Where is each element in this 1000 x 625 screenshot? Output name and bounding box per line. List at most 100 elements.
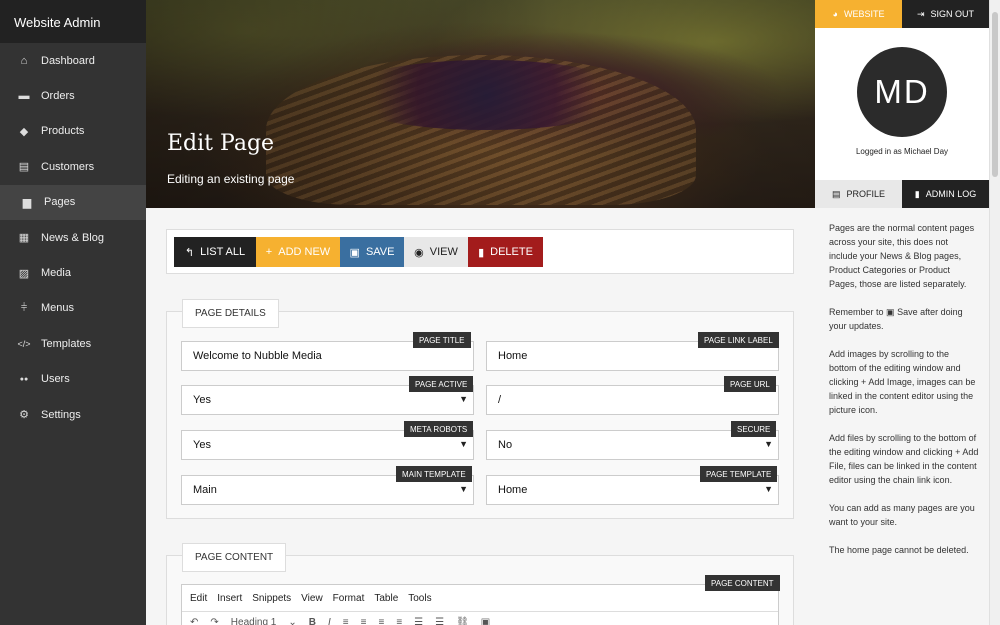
sidebar-item-dashboard[interactable]: ⌂ Dashboard bbox=[0, 43, 146, 78]
save-icon: ▣ bbox=[886, 307, 895, 317]
main-template-label: MAIN TEMPLATE bbox=[396, 466, 472, 482]
add-new-button[interactable]: + ADD NEW bbox=[256, 237, 340, 267]
sign-out-button[interactable]: ⇥ SIGN OUT bbox=[902, 0, 989, 28]
back-arrow-icon: ↰ bbox=[184, 246, 195, 259]
chevron-down-icon: ▼ bbox=[764, 439, 773, 449]
sidebar-item-label: Settings bbox=[41, 408, 81, 421]
tab-admin-log[interactable]: ▮ ADMIN LOG bbox=[902, 180, 989, 208]
sign-out-icon: ⇥ bbox=[916, 8, 925, 19]
calendar-icon: ▦ bbox=[18, 232, 30, 245]
file-icon: ▆ bbox=[22, 196, 32, 209]
sidebar-item-label: Dashboard bbox=[41, 54, 95, 67]
menu-format[interactable]: Format bbox=[333, 593, 365, 604]
sidebar-item-pages[interactable]: ▆ Pages bbox=[0, 184, 146, 220]
sidebar-item-media[interactable]: ▨ Media bbox=[0, 255, 146, 290]
align-left-icon[interactable]: ≡ bbox=[343, 617, 349, 625]
bullet-list-icon[interactable]: ☰ bbox=[414, 617, 423, 625]
hero-banner: Edit Page Editing an existing page bbox=[146, 0, 815, 208]
tag-icon: ◆ bbox=[19, 125, 29, 138]
sidebar-item-orders[interactable]: ▬ Orders bbox=[0, 78, 146, 113]
menu-edit[interactable]: Edit bbox=[190, 593, 207, 604]
menu-table[interactable]: Table bbox=[374, 593, 398, 604]
menu-snippets[interactable]: Snippets bbox=[252, 593, 291, 604]
page-title: Edit Page bbox=[167, 131, 275, 156]
redo-icon[interactable]: ↷ bbox=[210, 617, 218, 625]
sidebar-item-settings[interactable]: ⚙ Settings bbox=[0, 397, 146, 432]
help-paragraph: The home page cannot be deleted. bbox=[829, 545, 969, 555]
secure-label: SECURE bbox=[731, 421, 777, 437]
scrollbar-thumb[interactable] bbox=[992, 12, 998, 177]
menu-tools[interactable]: Tools bbox=[408, 593, 431, 604]
sidebar-item-label: Orders bbox=[41, 90, 75, 103]
help-paragraph: Remember to ▣ Save after doing your upda… bbox=[829, 305, 979, 333]
page-active-value: Yes bbox=[193, 394, 211, 406]
sign-out-label: SIGN OUT bbox=[930, 9, 975, 19]
sidebar-item-menus[interactable]: ⫩ Menus bbox=[0, 291, 146, 326]
justify-icon[interactable]: ≡ bbox=[396, 617, 402, 625]
sidebar-item-news-blog[interactable]: ▦ News & Blog bbox=[0, 220, 146, 255]
sidebar-item-label: Pages bbox=[44, 196, 76, 209]
clipboard-icon: ▮ bbox=[914, 188, 920, 199]
align-center-icon[interactable]: ≡ bbox=[361, 617, 367, 625]
meta-robots-value: Yes bbox=[193, 439, 211, 451]
bold-icon[interactable]: B bbox=[309, 617, 316, 625]
view-button[interactable]: ◉ VIEW bbox=[404, 237, 468, 267]
align-right-icon[interactable]: ≡ bbox=[378, 617, 384, 625]
delete-button[interactable]: ▮ DELETE bbox=[468, 237, 543, 267]
page-title-label: PAGE TITLE bbox=[413, 332, 471, 348]
menu-view[interactable]: View bbox=[301, 593, 323, 604]
sidebar-item-products[interactable]: ◆ Products bbox=[0, 114, 146, 149]
help-paragraph: Pages are the normal content pages acros… bbox=[829, 223, 975, 289]
plus-icon: + bbox=[265, 246, 273, 258]
admin-app: Website Admin ⌂ Dashboard ▬ Orders ◆ Produc… bbox=[0, 0, 1000, 625]
eye-icon: ◉ bbox=[414, 246, 424, 259]
sidebar-item-users[interactable]: ●● Users bbox=[0, 362, 146, 397]
save-button[interactable]: ▣ SAVE bbox=[340, 237, 404, 267]
code-icon: </> bbox=[17, 338, 31, 349]
sidebar-item-customers[interactable]: ▤ Customers bbox=[0, 149, 146, 184]
brand-title: Website Admin bbox=[0, 0, 146, 43]
add-new-label: ADD NEW bbox=[278, 246, 331, 258]
numbered-list-icon[interactable]: ☰ bbox=[435, 617, 444, 625]
sidebar-item-label: Users bbox=[41, 373, 70, 386]
chevron-down-icon: ▼ bbox=[764, 484, 773, 494]
delete-label: DELETE bbox=[490, 246, 533, 258]
website-label: WEBSITE bbox=[843, 9, 885, 19]
page-title-value: Welcome to Nubble Media bbox=[193, 350, 322, 362]
action-toolbar: ↰ LIST ALL + ADD NEW ▣ SAVE ◉ VIEW ▮ DELETE bbox=[166, 229, 794, 274]
page-content-legend: PAGE CONTENT bbox=[182, 543, 287, 572]
website-button[interactable]: ◕ WEBSITE bbox=[815, 0, 902, 28]
id-card-icon: ▤ bbox=[18, 161, 30, 174]
heading-select[interactable]: Heading 1 bbox=[231, 617, 277, 625]
list-all-button[interactable]: ↰ LIST ALL bbox=[174, 237, 256, 267]
undo-icon[interactable]: ↶ bbox=[190, 617, 198, 625]
page-link-label-label: PAGE LINK LABEL bbox=[698, 332, 779, 348]
help-paragraph: Add files by scrolling to the bottom of … bbox=[829, 431, 979, 487]
view-label: VIEW bbox=[429, 246, 458, 258]
list-all-label: LIST ALL bbox=[200, 246, 246, 258]
page-active-label: PAGE ACTIVE bbox=[409, 376, 474, 392]
page-url-value: / bbox=[498, 394, 502, 406]
tab-profile[interactable]: ▤ PROFILE bbox=[815, 180, 902, 208]
image-icon[interactable]: ▣ bbox=[481, 617, 490, 625]
content-editor[interactable]: Edit Insert Snippets View Format Table T… bbox=[181, 584, 779, 625]
page-subtitle: Editing an existing page bbox=[167, 172, 295, 186]
page-details-legend: PAGE DETAILS bbox=[182, 299, 279, 328]
italic-icon[interactable]: I bbox=[328, 617, 331, 625]
tab-profile-label: PROFILE bbox=[846, 189, 886, 199]
menu-insert[interactable]: Insert bbox=[217, 593, 242, 604]
secure-value: No bbox=[498, 439, 513, 451]
users-icon: ●● bbox=[19, 375, 29, 383]
page-link-label-value: Home bbox=[498, 350, 528, 362]
scrollbar[interactable] bbox=[989, 0, 1000, 625]
right-panel: ◕ WEBSITE ⇥ SIGN OUT MD Logged in as Micha… bbox=[815, 0, 989, 625]
globe-icon: ◕ bbox=[832, 9, 838, 19]
tab-admin-log-label: ADMIN LOG bbox=[925, 189, 977, 199]
sidebar-item-templates[interactable]: </> Templates bbox=[0, 326, 146, 361]
page-template-value: Home bbox=[498, 484, 528, 496]
save-icon: ▣ bbox=[349, 246, 360, 259]
home-icon: ⌂ bbox=[20, 54, 28, 67]
page-content-fieldset: PAGE CONTENT Edit Insert Snippets View F… bbox=[166, 543, 794, 625]
sidebar-item-label: News & Blog bbox=[41, 231, 104, 244]
link-icon[interactable]: ⛓ bbox=[456, 617, 469, 625]
